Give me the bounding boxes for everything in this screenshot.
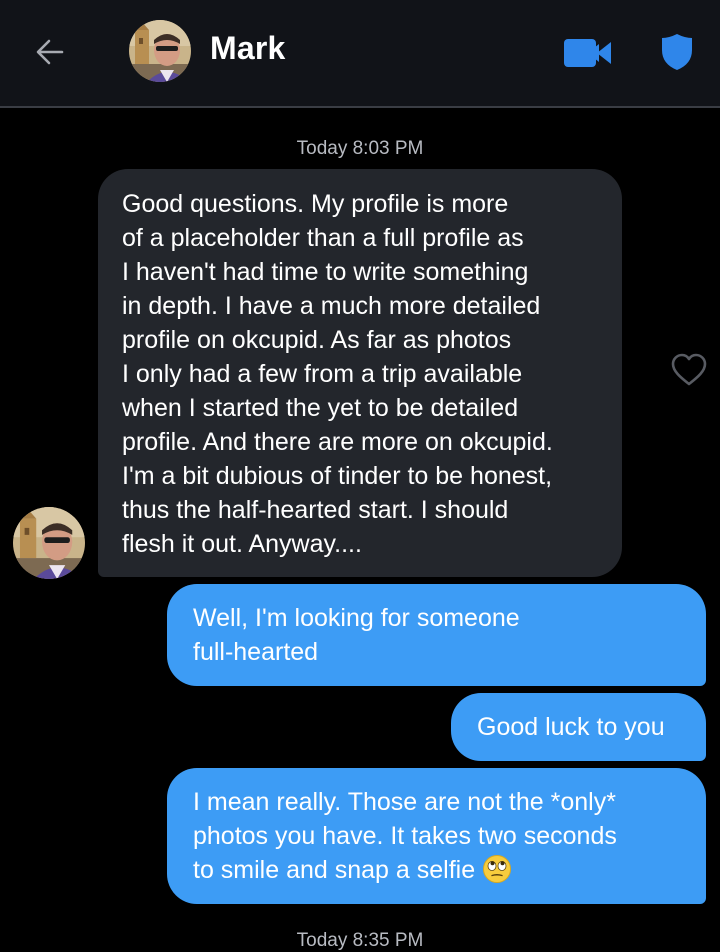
video-camera-icon — [564, 39, 611, 67]
outgoing-message-bubble[interactable]: Good luck to you — [451, 693, 706, 761]
arrow-left-icon — [36, 39, 64, 65]
eye-roll-emoji-icon — [483, 855, 512, 883]
message-text: I mean really. Those are not the *only* … — [193, 788, 617, 884]
message-timestamp: Today 8:35 PM — [296, 930, 424, 951]
avatar-photo — [129, 20, 191, 82]
outgoing-message-bubble[interactable]: I mean really. Those are not the *only* … — [167, 768, 706, 904]
chat-header: Mark — [0, 0, 720, 108]
contact-name[interactable]: Mark — [210, 30, 286, 67]
avatar-photo — [13, 507, 85, 579]
contact-avatar[interactable] — [129, 20, 191, 82]
like-button[interactable] — [670, 352, 708, 388]
back-button[interactable] — [30, 32, 70, 72]
message-timestamp: Today 8:03 PM — [296, 138, 424, 159]
video-call-button[interactable] — [563, 36, 613, 70]
incoming-message-bubble[interactable]: Good questions. My profile is more of a … — [98, 169, 622, 577]
sender-avatar[interactable] — [13, 507, 85, 579]
outgoing-message-bubble[interactable]: Well, I'm looking for someone full-heart… — [167, 584, 706, 686]
heart-outline-icon — [671, 353, 707, 386]
safety-button[interactable] — [659, 32, 695, 72]
shield-icon — [662, 34, 692, 70]
